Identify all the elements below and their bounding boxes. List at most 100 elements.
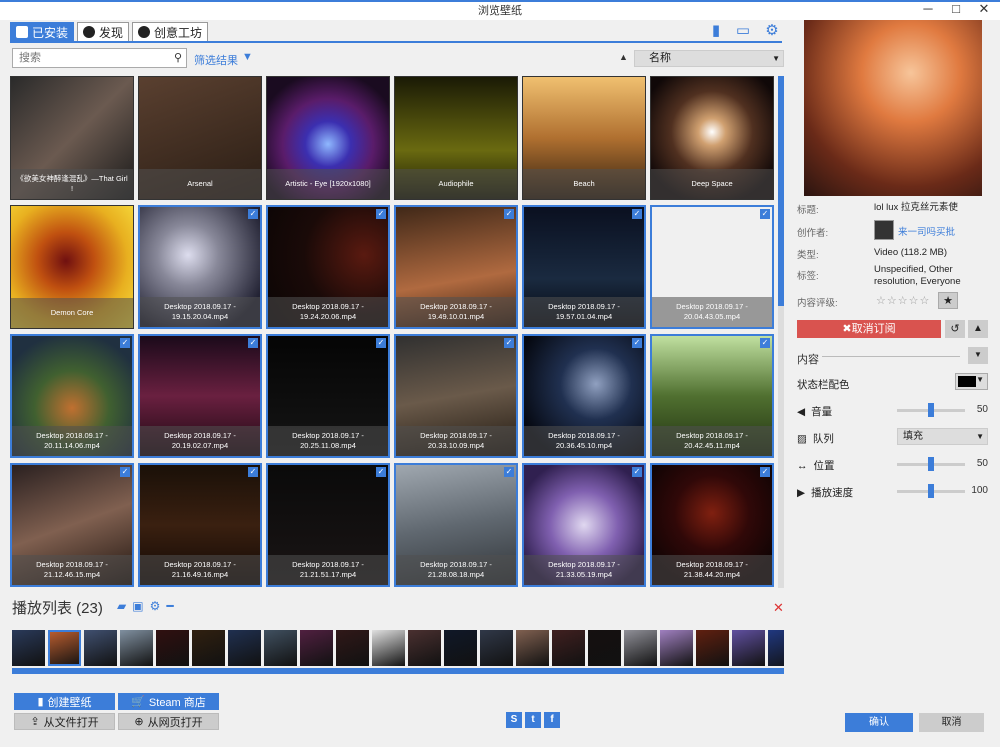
playlist-thumb[interactable] <box>732 630 765 666</box>
playlist-scrollbar[interactable] <box>12 668 784 674</box>
checkbox-icon[interactable]: ✓ <box>504 338 514 348</box>
sort-select[interactable]: 名称 ▼ <box>634 50 784 67</box>
checkbox-icon[interactable]: ✓ <box>760 209 770 219</box>
wallpaper-tile[interactable]: Desktop 2018.09.17 - 20.36.45.10.mp4 ✓ <box>522 334 646 458</box>
checkbox-icon[interactable]: ✓ <box>760 467 770 477</box>
wallpaper-tile[interactable]: Desktop 2018.09.17 - 21.12.46.15.mp4 ✓ <box>10 463 134 587</box>
playlist-thumb[interactable] <box>588 630 621 666</box>
unsubscribe-button[interactable]: ✖取消订阅 <box>797 320 941 338</box>
playlist-thumb[interactable] <box>660 630 693 666</box>
favorite-star-icon[interactable]: ★ <box>938 292 958 309</box>
playlist-thumb[interactable] <box>228 630 261 666</box>
maximize-button[interactable]: □ <box>942 0 970 18</box>
checkbox-icon[interactable]: ✓ <box>376 467 386 477</box>
playlist-thumb[interactable] <box>156 630 189 666</box>
ok-button[interactable]: 确认 <box>845 713 913 732</box>
wallpaper-tile[interactable]: Desktop 2018.09.17 - 19.49.10.01.mp4 ✓ <box>394 205 518 329</box>
cancel-button[interactable]: 取消 <box>919 713 984 732</box>
create-wallpaper-button[interactable]: ▮ 创建壁纸 <box>14 693 115 710</box>
gear-icon[interactable]: ⚙ <box>762 22 782 40</box>
open-from-web-button[interactable]: ⊕ 从网页打开 <box>118 713 219 730</box>
file-icon[interactable]: ▮ <box>706 22 726 40</box>
wallpaper-tile[interactable]: Desktop 2018.09.17 - 21.21.51.17.mp4 ✓ <box>266 463 390 587</box>
speed-slider[interactable] <box>897 484 965 498</box>
wallpaper-tile[interactable]: Audiophile <box>394 76 518 200</box>
wallpaper-tile[interactable]: Desktop 2018.09.17 - 21.38.44.20.mp4 ✓ <box>650 463 774 587</box>
checkbox-icon[interactable]: ✓ <box>248 338 258 348</box>
playlist-thumb[interactable] <box>264 630 297 666</box>
gears-icon[interactable]: ⚙ <box>150 599 161 613</box>
wallpaper-tile[interactable]: Deep Space <box>650 76 774 200</box>
checkbox-icon[interactable]: ✓ <box>248 209 258 219</box>
steam-store-button[interactable]: 🛒 Steam 商店 <box>118 693 219 710</box>
tab-installed[interactable]: 已安装 <box>10 22 75 42</box>
checkbox-icon[interactable]: ✓ <box>248 467 258 477</box>
queue-select[interactable]: 填充 ▼ <box>897 428 988 445</box>
tab-workshop[interactable]: 创意工坊 <box>132 22 209 42</box>
playlist-thumb[interactable] <box>624 630 657 666</box>
search-icon[interactable]: ⚲ <box>174 51 182 64</box>
checkbox-icon[interactable]: ✓ <box>632 209 642 219</box>
wallpaper-tile[interactable]: Desktop 2018.09.17 - 21.16.49.16.mp4 ✓ <box>138 463 262 587</box>
checkbox-icon[interactable]: ✓ <box>120 338 130 348</box>
monitor-icon[interactable]: ▭ <box>733 22 753 40</box>
checkbox-icon[interactable]: ✓ <box>504 209 514 219</box>
playlist-thumb[interactable] <box>552 630 585 666</box>
checkbox-icon[interactable]: ✓ <box>120 467 130 477</box>
creator-link[interactable]: 来一司吗买批 <box>898 224 955 238</box>
checkbox-icon[interactable]: ✓ <box>632 467 642 477</box>
save-icon[interactable]: ▣ <box>132 599 143 613</box>
steam-icon[interactable]: S <box>506 712 522 728</box>
close-icon[interactable]: ✕ <box>773 600 784 616</box>
volume-slider-knob[interactable] <box>928 403 934 417</box>
wallpaper-tile[interactable]: Desktop 2018.09.17 - 20.11.14.06.mp4 ✓ <box>10 334 134 458</box>
statusbar-color-picker[interactable]: ▼ <box>955 373 988 390</box>
minimize-button[interactable]: ─ <box>914 0 942 18</box>
checkbox-icon[interactable]: ✓ <box>504 467 514 477</box>
playlist-thumb[interactable] <box>84 630 117 666</box>
tab-discover[interactable]: 发现 <box>77 22 130 42</box>
playlist-thumb[interactable] <box>516 630 549 666</box>
folder-icon[interactable]: ▰ <box>117 599 126 613</box>
playlist-thumb[interactable] <box>480 630 513 666</box>
wallpaper-tile[interactable]: Desktop 2018.09.17 - 20.42.45.11.mp4 ✓ <box>650 334 774 458</box>
wallpaper-tile[interactable]: Desktop 2018.09.17 - 19.15.20.04.mp4 ✓ <box>138 205 262 329</box>
playlist-thumb[interactable] <box>696 630 729 666</box>
playlist-thumb[interactable] <box>336 630 369 666</box>
wallpaper-tile[interactable]: Desktop 2018.09.17 - 19.57.01.04.mp4 ✓ <box>522 205 646 329</box>
playlist-thumb[interactable] <box>408 630 441 666</box>
wallpaper-tile[interactable]: Desktop 2018.09.17 - 20.33.10.09.mp4 ✓ <box>394 334 518 458</box>
reset-icon[interactable]: ↺ <box>945 320 965 338</box>
playlist-thumb[interactable] <box>192 630 225 666</box>
avatar[interactable] <box>874 220 894 240</box>
wallpaper-tile[interactable]: Desktop 2018.09.17 - 21.28.08.18.mp4 ✓ <box>394 463 518 587</box>
open-from-file-button[interactable]: ⇪ 从文件打开 <box>14 713 115 730</box>
playlist-thumb[interactable] <box>768 630 784 666</box>
checkbox-icon[interactable]: ✓ <box>760 338 770 348</box>
wallpaper-tile[interactable]: Artistic - Eye [1920x1080] <box>266 76 390 200</box>
playlist-thumb[interactable] <box>48 630 81 666</box>
sort-direction-icon[interactable]: ▲ <box>619 52 628 62</box>
filter-results-link[interactable]: 筛选结果 <box>194 52 238 68</box>
wallpaper-tile[interactable]: 《欲美女神醉逢混乱》—That Girl ! <box>10 76 134 200</box>
position-slider[interactable] <box>897 457 965 471</box>
playlist-thumb[interactable] <box>300 630 333 666</box>
checkbox-icon[interactable]: ✓ <box>632 338 642 348</box>
position-slider-knob[interactable] <box>928 457 934 471</box>
wallpaper-tile[interactable]: Beach <box>522 76 646 200</box>
wallpaper-tile[interactable]: Desktop 2018.09.17 - 19.24.20.06.mp4 ✓ <box>266 205 390 329</box>
wallpaper-tile[interactable]: Desktop 2018.09.17 - 21.33.05.19.mp4 ✓ <box>522 463 646 587</box>
playlist-thumb[interactable] <box>120 630 153 666</box>
checkbox-icon[interactable]: ✓ <box>376 338 386 348</box>
close-window-button[interactable]: ✕ <box>970 0 998 18</box>
rating-stars[interactable]: ☆☆☆☆☆ <box>876 294 930 307</box>
checkbox-icon[interactable]: ✓ <box>376 209 386 219</box>
wallpaper-tile[interactable]: Desktop 2018.09.17 - 20.04.43.05.mp4 ✓ <box>650 205 774 329</box>
twitter-icon[interactable]: t <box>525 712 541 728</box>
playlist-thumb[interactable] <box>372 630 405 666</box>
search-input[interactable] <box>13 49 163 67</box>
playlist-thumb[interactable] <box>444 630 477 666</box>
wallpaper-tile[interactable]: Desktop 2018.09.17 - 20.25.11.08.mp4 ✓ <box>266 334 390 458</box>
grid-scrollbar-thumb[interactable] <box>778 76 784 306</box>
funnel-icon[interactable]: ▼ <box>242 51 253 63</box>
